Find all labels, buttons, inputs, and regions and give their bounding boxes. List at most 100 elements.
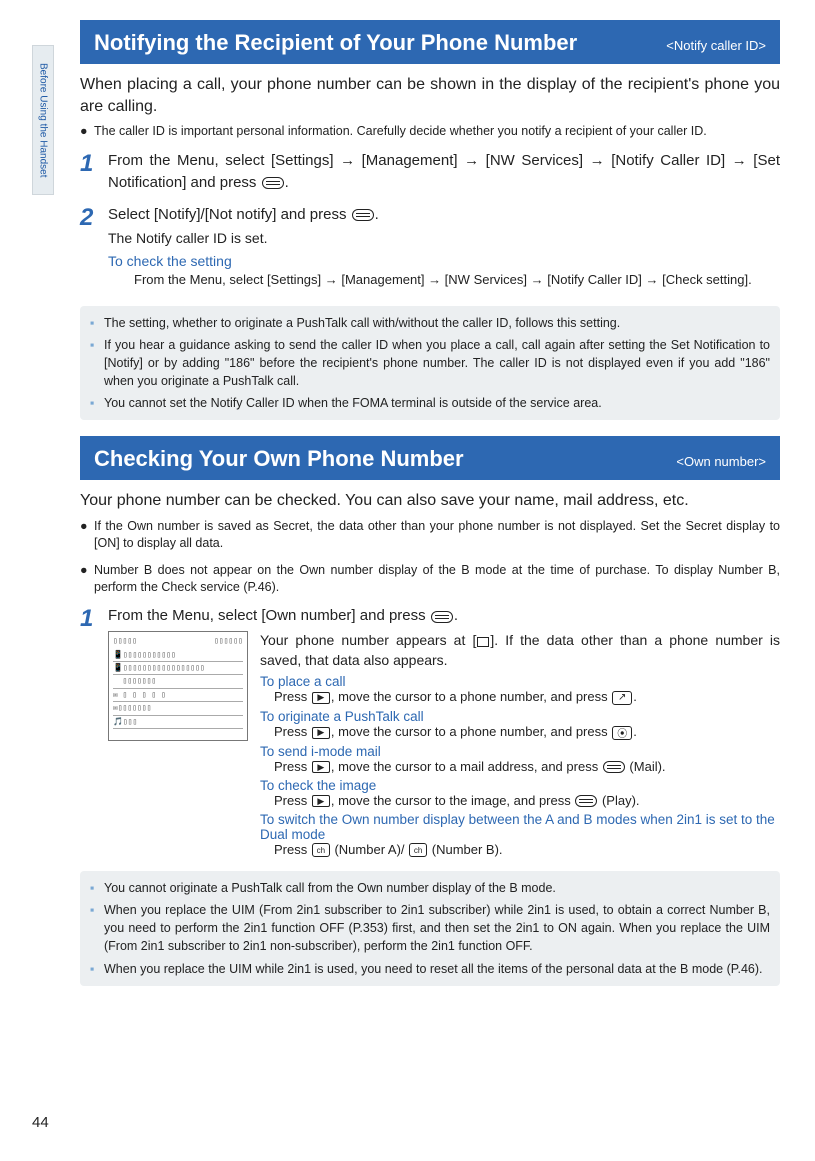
menu-key-icon bbox=[603, 761, 625, 773]
step2-check-body: From the Menu, select [Settings] → [Mana… bbox=[134, 271, 780, 290]
t: (Number B). bbox=[428, 842, 502, 857]
step1-text: From the Menu, select [Own number] and p… bbox=[108, 605, 780, 627]
t: , move the cursor to a phone number, and… bbox=[331, 724, 611, 739]
section2-step1: 1 From the Menu, select [Own number] and… bbox=[80, 605, 780, 861]
action-img-head: To check the image bbox=[260, 778, 780, 793]
screen-right: Your phone number appears at []. If the … bbox=[260, 631, 780, 861]
note-item: ▪ When you replace the UIM while 2in1 is… bbox=[90, 960, 770, 978]
note-text: You cannot originate a PushTalk call fro… bbox=[104, 879, 770, 897]
step-number: 2 bbox=[80, 204, 108, 296]
action-dual-body: Press ch (Number A)/ ch (Number B). bbox=[274, 842, 780, 858]
step1-post: . bbox=[285, 174, 289, 191]
bullet-text: If the Own number is saved as Secret, th… bbox=[94, 518, 780, 552]
t: (Mail). bbox=[626, 759, 666, 774]
step2-pre: Select [Notify]/[Not notify] and press bbox=[108, 206, 351, 223]
pushtalk-key-icon: ⦿ bbox=[612, 726, 632, 740]
note-item: ▪ You cannot originate a PushTalk call f… bbox=[90, 879, 770, 897]
note-item: ▪ The setting, whether to originate a Pu… bbox=[90, 314, 770, 332]
section1-step1: 1 From the Menu, select [Settings] → [Ma… bbox=[80, 150, 780, 198]
action-call-head: To place a call bbox=[260, 674, 780, 689]
bullet-text: Number B does not appear on the Own numb… bbox=[94, 562, 780, 596]
note-item: ▪ You cannot set the Notify Caller ID wh… bbox=[90, 394, 770, 412]
call-key-icon: ↗ bbox=[612, 691, 632, 705]
section2-bullet1: ● If the Own number is saved as Secret, … bbox=[80, 518, 780, 552]
step2-post: . bbox=[375, 206, 379, 223]
step-number: 1 bbox=[80, 605, 108, 861]
step1-pre: From the Menu, select [Settings] → [Mana… bbox=[108, 152, 780, 191]
t: , move the cursor to a phone number, and… bbox=[331, 689, 611, 704]
action-dual-head: To switch the Own number display between… bbox=[260, 812, 780, 842]
section2-title-bar: Checking Your Own Phone Number <Own numb… bbox=[80, 436, 780, 480]
own-number-desc: Your phone number appears at []. If the … bbox=[260, 631, 780, 670]
note-text: You cannot set the Notify Caller ID when… bbox=[104, 394, 770, 412]
phone-screen-mock: ▯▯▯▯▯▯▯▯▯▯▯ 📱▯▯▯▯▯▯▯▯▯▯▯ 📱▯▯▯▯▯▯▯▯▯▯▯▯▯▯… bbox=[108, 631, 248, 741]
t: (Number A)/ bbox=[331, 842, 408, 857]
section1-step2: 2 Select [Notify]/[Not notify] and press… bbox=[80, 204, 780, 296]
section1-bullet: ● The caller ID is important personal in… bbox=[80, 123, 780, 140]
section1-tag: <Notify caller ID> bbox=[666, 38, 766, 53]
bullet-text: The caller ID is important personal info… bbox=[94, 123, 780, 140]
t: . bbox=[633, 689, 637, 704]
step2-text: Select [Notify]/[Not notify] and press . bbox=[108, 204, 780, 226]
section2-title: Checking Your Own Phone Number bbox=[94, 446, 464, 472]
bullet-dot: ● bbox=[80, 562, 94, 596]
note-marker-icon: ▪ bbox=[90, 394, 104, 412]
step1-text: From the Menu, select [Settings] → [Mana… bbox=[108, 150, 780, 194]
bullet-dot: ● bbox=[80, 123, 94, 140]
note-item: ▪ If you hear a guidance asking to send … bbox=[90, 336, 770, 390]
step2-sub: The Notify caller ID is set. bbox=[108, 229, 780, 249]
t: Press bbox=[274, 793, 311, 808]
t: , move the cursor to the image, and pres… bbox=[331, 793, 575, 808]
t: , move the cursor to a mail address, and… bbox=[331, 759, 602, 774]
menu-key-icon bbox=[431, 611, 453, 623]
note-text: The setting, whether to originate a Push… bbox=[104, 314, 770, 332]
phone-field-icon bbox=[477, 637, 489, 647]
section1-title-bar: Notifying the Recipient of Your Phone Nu… bbox=[80, 20, 780, 64]
right-arrow-key-icon: ▶ bbox=[312, 795, 330, 807]
note-marker-icon: ▪ bbox=[90, 901, 104, 955]
section1-notes: ▪ The setting, whether to originate a Pu… bbox=[80, 306, 780, 421]
note-marker-icon: ▪ bbox=[90, 314, 104, 332]
note-text: When you replace the UIM (From 2in1 subs… bbox=[104, 901, 770, 955]
section2-notes: ▪ You cannot originate a PushTalk call f… bbox=[80, 871, 780, 986]
t: . bbox=[633, 724, 637, 739]
step2-check-head: To check the setting bbox=[108, 253, 780, 269]
note-marker-icon: ▪ bbox=[90, 879, 104, 897]
section2-intro: Your phone number can be checked. You ca… bbox=[80, 490, 780, 512]
bullet-dot: ● bbox=[80, 518, 94, 552]
side-tab: Before Using the Handset bbox=[32, 45, 54, 195]
section2-bullet2: ● Number B does not appear on the Own nu… bbox=[80, 562, 780, 596]
s2-step1-post: . bbox=[454, 607, 458, 624]
action-push-head: To originate a PushTalk call bbox=[260, 709, 780, 724]
section1-intro: When placing a call, your phone number c… bbox=[80, 74, 780, 117]
menu-key-icon bbox=[575, 795, 597, 807]
note-text: If you hear a guidance asking to send th… bbox=[104, 336, 770, 390]
s2-step1-pre: From the Menu, select [Own number] and p… bbox=[108, 607, 430, 624]
step-number: 1 bbox=[80, 150, 108, 198]
right-arrow-key-icon: ▶ bbox=[312, 761, 330, 773]
t: Press bbox=[274, 689, 311, 704]
note-marker-icon: ▪ bbox=[90, 336, 104, 390]
section2-tag: <Own number> bbox=[676, 454, 766, 469]
t: Press bbox=[274, 842, 311, 857]
section1-title: Notifying the Recipient of Your Phone Nu… bbox=[94, 30, 577, 56]
t: Press bbox=[274, 759, 311, 774]
t: Press bbox=[274, 724, 311, 739]
action-call-body: Press ▶, move the cursor to a phone numb… bbox=[274, 689, 780, 705]
ch-key-icon: ch bbox=[312, 843, 330, 857]
page-content: Notifying the Recipient of Your Phone Nu… bbox=[80, 20, 780, 1002]
note-marker-icon: ▪ bbox=[90, 960, 104, 978]
right-arrow-key-icon: ▶ bbox=[312, 692, 330, 704]
action-mail-head: To send i-mode mail bbox=[260, 744, 780, 759]
note-item: ▪ When you replace the UIM (From 2in1 su… bbox=[90, 901, 770, 955]
action-img-body: Press ▶, move the cursor to the image, a… bbox=[274, 793, 780, 808]
desc-pre: Your phone number appears at [ bbox=[260, 632, 476, 648]
action-push-body: Press ▶, move the cursor to a phone numb… bbox=[274, 724, 780, 740]
note-text: When you replace the UIM while 2in1 is u… bbox=[104, 960, 770, 978]
menu-key-icon bbox=[262, 177, 284, 189]
page-number: 44 bbox=[32, 1114, 49, 1131]
action-mail-body: Press ▶, move the cursor to a mail addre… bbox=[274, 759, 780, 774]
menu-key-icon bbox=[352, 209, 374, 221]
screen-row: ▯▯▯▯▯▯▯▯▯▯▯ 📱▯▯▯▯▯▯▯▯▯▯▯ 📱▯▯▯▯▯▯▯▯▯▯▯▯▯▯… bbox=[108, 631, 780, 861]
right-arrow-key-icon: ▶ bbox=[312, 727, 330, 739]
